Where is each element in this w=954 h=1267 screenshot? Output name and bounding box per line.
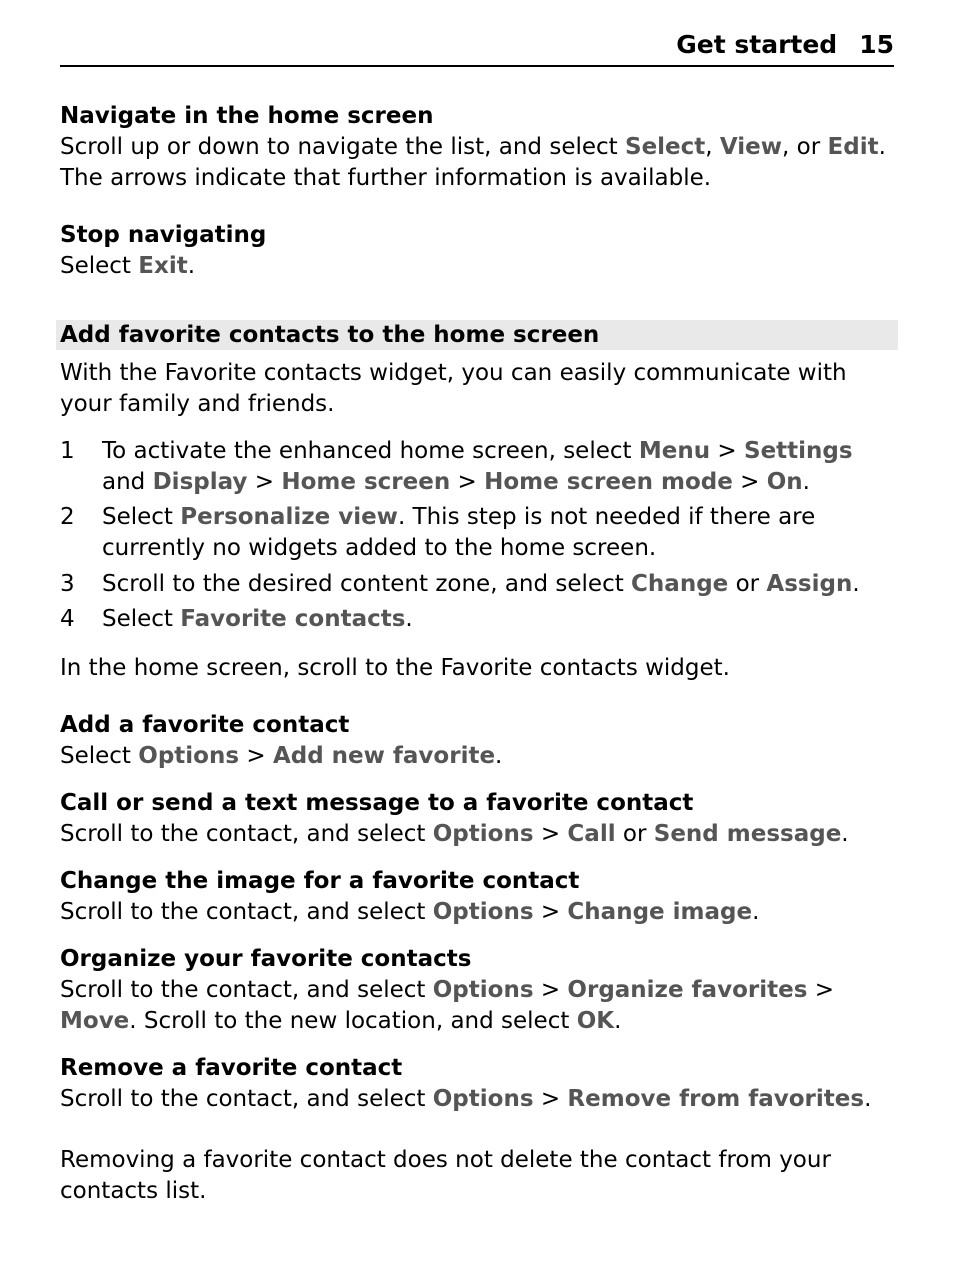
text: . [188,253,195,279]
page-root: Get started 15 Navigate in the home scre… [0,0,954,1267]
keyword-options: Options [433,977,534,1003]
heading-change-image: Change the image for a favorite contact [60,866,894,897]
text: > [239,743,273,769]
keyword-move: Move [60,1008,129,1034]
text: . [614,1008,621,1034]
paragraph: Scroll up or down to navigate the list, … [60,132,894,194]
keyword-add-new-favorite: Add new favorite [273,743,495,769]
paragraph: Scroll to the contact, and select Option… [60,819,894,850]
keyword-home-screen-mode: Home screen mode [484,469,733,495]
text: Scroll to the contact, and select [60,899,433,925]
text: . [803,469,810,495]
step-2: Select Personalize view. This step is no… [60,502,894,564]
keyword-on: On [767,469,803,495]
section-change-image: Change the image for a favorite contact … [60,866,894,928]
paragraph: Select Exit. [60,251,894,282]
text: or [616,821,654,847]
text: or [728,571,766,597]
header-page-number: 15 [859,30,894,59]
steps-list: To activate the enhanced home screen, se… [60,436,894,634]
keyword-personalize-view: Personalize view [180,504,398,530]
heading-remove: Remove a favorite contact [60,1053,894,1084]
paragraph-remove-note: Removing a favorite contact does not del… [60,1145,894,1207]
paragraph: Scroll to the contact, and select Option… [60,975,894,1037]
keyword-exit: Exit [138,253,187,279]
keyword-send-message: Send message [654,821,842,847]
keyword-edit: Edit [828,134,879,160]
keyword-menu: Menu [639,438,710,464]
text: > [247,469,281,495]
text: > [450,469,484,495]
text: > [534,1086,568,1112]
keyword-view: View [720,134,782,160]
paragraph-fav-intro: With the Favorite contacts widget, you c… [60,358,894,420]
page-header: Get started 15 [60,30,894,67]
text: Scroll to the contact, and select [60,977,433,1003]
paragraph: Scroll to the contact, and select Option… [60,897,894,928]
heading-stop-navigating: Stop navigating [60,220,894,251]
text: > [710,438,744,464]
section-stop-navigating: Stop navigating Select Exit. [60,220,894,282]
keyword-ok: OK [577,1008,614,1034]
keyword-options: Options [138,743,239,769]
step-4: Select Favorite contacts. [60,604,894,635]
text: Select [60,743,138,769]
text: Scroll up or down to navigate the list, … [60,134,625,160]
text: Scroll to the contact, and select [60,821,433,847]
section-remove: Remove a favorite contact Scroll to the … [60,1053,894,1115]
heading-organize: Organize your favorite contacts [60,944,894,975]
keyword-settings: Settings [744,438,853,464]
section-navigate-home: Navigate in the home screen Scroll up or… [60,101,894,194]
header-section: Get started [676,30,837,59]
keyword-call: Call [567,821,615,847]
keyword-organize-favorites: Organize favorites [567,977,807,1003]
text: , [705,134,720,160]
text: > [733,469,767,495]
text: . Scroll to the new location, and select [129,1008,576,1034]
text: > [534,821,568,847]
text: . [495,743,502,769]
keyword-options: Options [433,821,534,847]
section-organize: Organize your favorite contacts Scroll t… [60,944,894,1037]
heading-add-favorite: Add a favorite contact [60,710,894,741]
keyword-select: Select [625,134,705,160]
text: > [534,899,568,925]
keyword-home-screen: Home screen [281,469,450,495]
text: Select [60,253,138,279]
keyword-change: Change [631,571,728,597]
paragraph-after-steps: In the home screen, scroll to the Favori… [60,653,894,684]
section-call-send: Call or send a text message to a favorit… [60,788,894,850]
section-heading-add-favorite-contacts: Add favorite contacts to the home screen [56,320,898,350]
paragraph: Select Options > Add new favorite. [60,741,894,772]
text: , or [782,134,827,160]
text: . [852,571,859,597]
keyword-remove-from-favorites: Remove from favorites [567,1086,864,1112]
text: . [864,1086,871,1112]
heading-call-send: Call or send a text message to a favorit… [60,788,894,819]
text: Select [102,504,180,530]
text: Scroll to the contact, and select [60,1086,433,1112]
heading-navigate-home: Navigate in the home screen [60,101,894,132]
keyword-display: Display [153,469,248,495]
section-add-favorite: Add a favorite contact Select Options > … [60,710,894,772]
text: To activate the enhanced home screen, se… [102,438,639,464]
keyword-options: Options [433,899,534,925]
text: . [841,821,848,847]
text: . [405,606,412,632]
keyword-options: Options [433,1086,534,1112]
keyword-assign: Assign [766,571,852,597]
text: and [102,469,153,495]
step-1: To activate the enhanced home screen, se… [60,436,894,498]
keyword-change-image: Change image [567,899,752,925]
text: . [752,899,759,925]
text: Scroll to the desired content zone, and … [102,571,631,597]
keyword-favorite-contacts: Favorite contacts [180,606,405,632]
step-3: Scroll to the desired content zone, and … [60,569,894,600]
paragraph: Scroll to the contact, and select Option… [60,1084,894,1115]
text: Select [102,606,180,632]
text: > [807,977,834,1003]
text: > [534,977,568,1003]
